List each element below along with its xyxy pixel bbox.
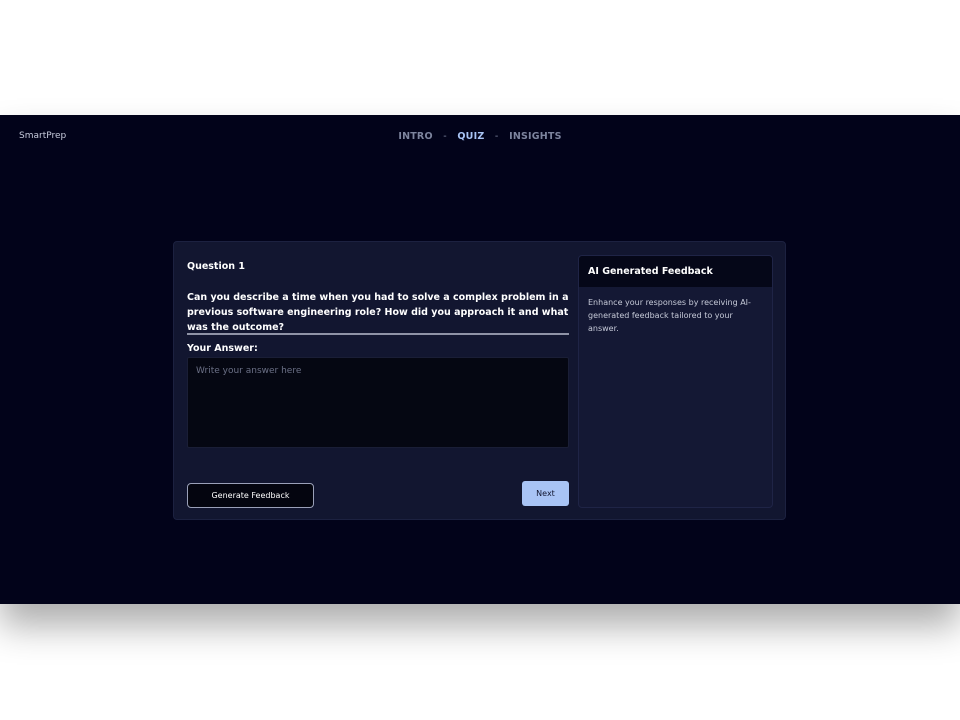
- nav-quiz[interactable]: QUIZ: [457, 131, 484, 142]
- question-divider: [187, 333, 569, 335]
- quiz-card: Question 1 Can you describe a time when …: [173, 241, 786, 520]
- question-title: Question 1: [187, 261, 245, 272]
- feedback-title: AI Generated Feedback: [579, 256, 772, 287]
- feedback-panel: AI Generated Feedback Enhance your respo…: [578, 255, 773, 508]
- answer-input[interactable]: [187, 357, 569, 448]
- nav-separator: -: [443, 131, 447, 142]
- app-window: SmartPrep INTRO - QUIZ - INSIGHTS Questi…: [0, 115, 960, 604]
- question-text: Can you describe a time when you had to …: [187, 292, 569, 333]
- nav-separator: -: [494, 131, 499, 142]
- nav-insights[interactable]: INSIGHTS: [509, 131, 562, 142]
- feedback-description: Enhance your responses by receiving AI-g…: [588, 298, 751, 333]
- next-button[interactable]: Next: [522, 481, 569, 506]
- top-nav: INTRO - QUIZ - INSIGHTS: [0, 131, 960, 142]
- answer-label: Your Answer:: [187, 343, 258, 354]
- nav-intro[interactable]: INTRO: [398, 131, 432, 142]
- generate-feedback-button[interactable]: Generate Feedback: [187, 483, 314, 508]
